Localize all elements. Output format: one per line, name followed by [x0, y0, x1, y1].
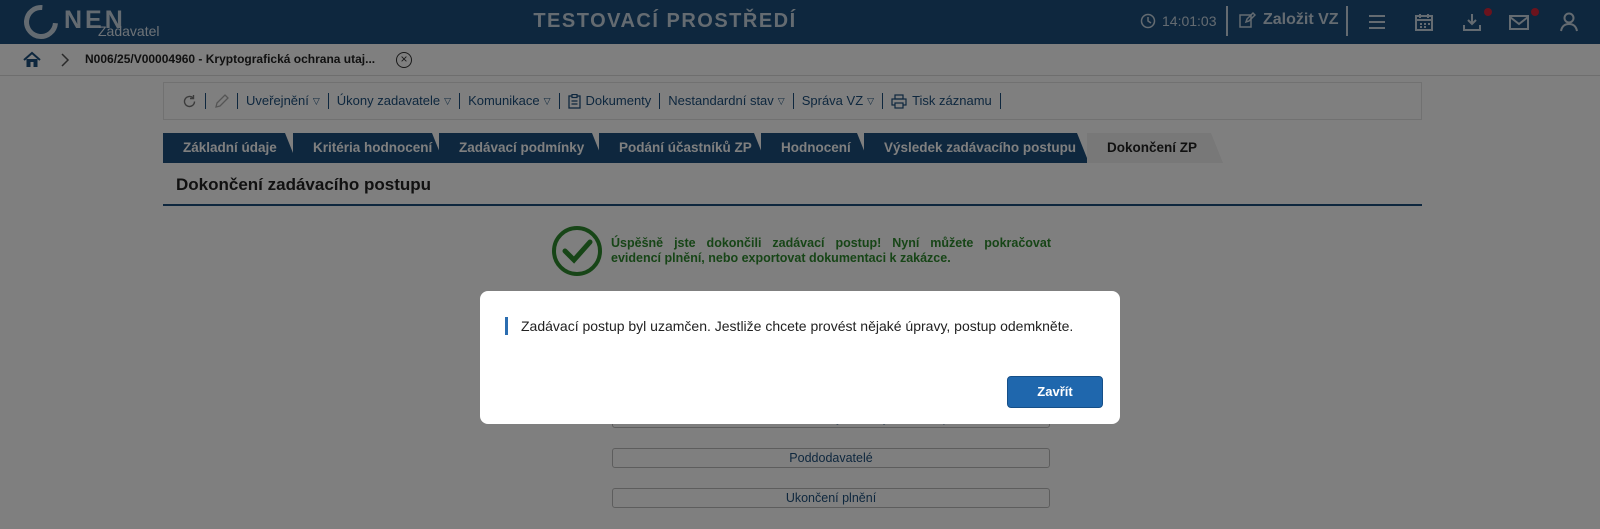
- modal-backdrop[interactable]: Zadávací postup byl uzamčen. Jestliže ch…: [0, 0, 1600, 529]
- lock-info-dialog: Zadávací postup byl uzamčen. Jestliže ch…: [480, 291, 1120, 424]
- dialog-message: Zadávací postup byl uzamčen. Jestliže ch…: [505, 317, 1073, 335]
- close-dialog-button[interactable]: Zavřít: [1007, 376, 1103, 408]
